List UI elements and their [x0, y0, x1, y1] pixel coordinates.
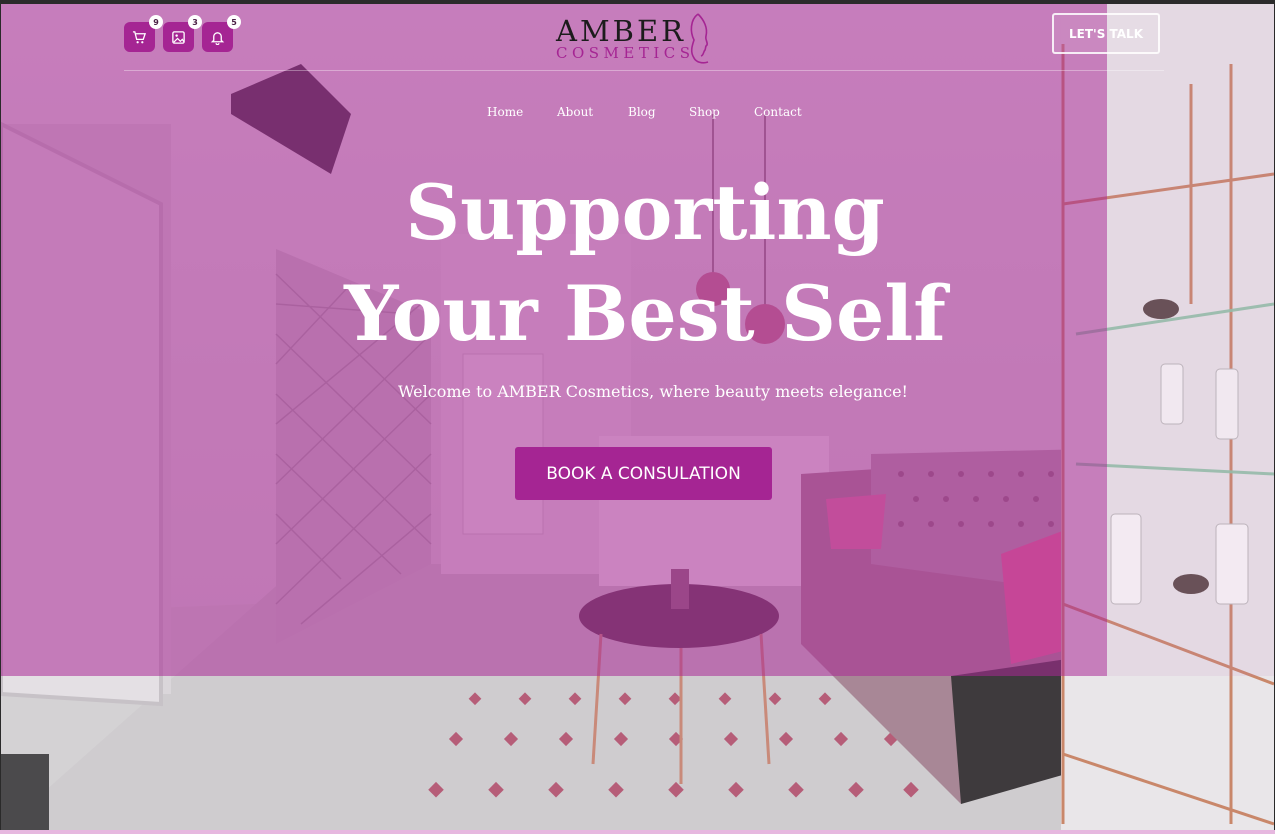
nav-item-shop[interactable]: Shop — [689, 105, 754, 125]
hero-background-image — [1, 4, 1274, 830]
hero-title-line-1: Supporting — [405, 168, 885, 257]
book-consultation-button[interactable]: BOOK A CONSULATION — [515, 447, 772, 500]
nav-item-about[interactable]: About — [557, 105, 628, 125]
nav-item-blog[interactable]: Blog — [628, 105, 689, 125]
lets-talk-button[interactable]: LET'S TALK — [1052, 13, 1160, 54]
main-nav: Home About Blog Shop Contact — [487, 105, 802, 125]
image-icon — [172, 30, 185, 44]
bell-icon — [210, 31, 225, 45]
nav-item-home[interactable]: Home — [487, 105, 557, 125]
header-divider — [124, 70, 1164, 71]
cart-button[interactable]: 9 — [124, 15, 163, 52]
cart-count-badge: 9 — [149, 15, 163, 29]
notification-count-badge: 5 — [227, 15, 241, 29]
notifications-button[interactable]: 5 — [202, 15, 241, 52]
overlay-edge — [1107, 4, 1274, 676]
logo-subtitle: COSMETICS — [556, 44, 695, 62]
hero-subtitle: Welcome to AMBER Cosmetics, where beauty… — [398, 382, 908, 401]
hero-title-line-2: Your Best Self — [344, 269, 946, 358]
face-profile-icon — [690, 13, 709, 64]
gallery-count-badge: 3 — [188, 15, 202, 29]
cart-icon — [132, 30, 147, 43]
logo-wordmark: AMBER — [556, 14, 686, 48]
hero-title: Supporting Your Best Self — [330, 162, 960, 364]
page: 9 3 5 AMBER COSMETICS LET'S TALK Home Ab… — [0, 0, 1275, 834]
gallery-button[interactable]: 3 — [163, 15, 202, 52]
bottom-strip — [0, 830, 1275, 834]
nav-item-contact[interactable]: Contact — [754, 105, 802, 125]
brand-logo[interactable]: AMBER COSMETICS — [556, 12, 716, 68]
